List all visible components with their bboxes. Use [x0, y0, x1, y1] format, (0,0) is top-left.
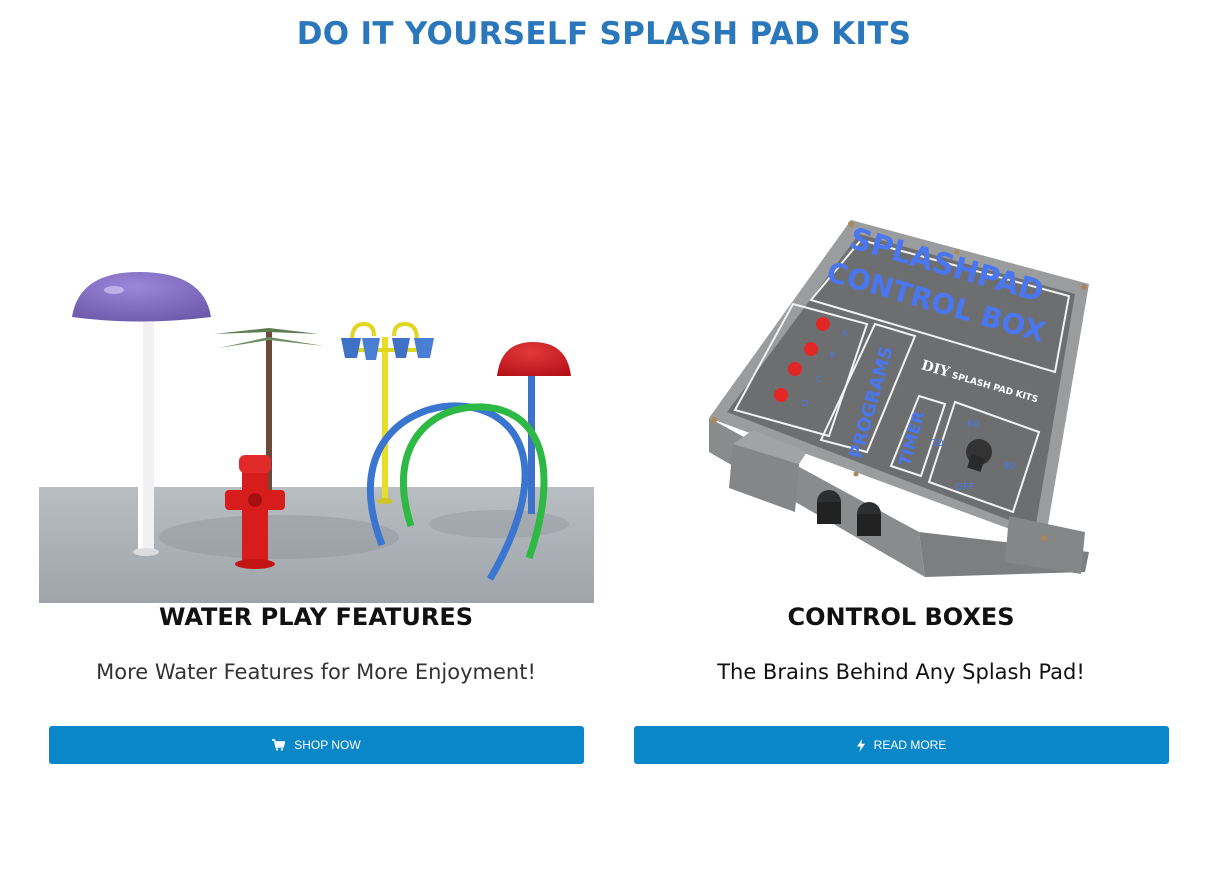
water-play-features-image[interactable] [39, 262, 594, 603]
cart-icon [272, 739, 286, 751]
card-title: WATER PLAY FEATURES [158, 603, 474, 631]
button-b-label: B [830, 351, 836, 360]
product-card-water-play: WATER PLAY FEATURES More Water Features … [36, 0, 596, 875]
read-more-button[interactable]: READ MORE [634, 726, 1169, 764]
product-card-control-boxes: SPLASHPAD CONTROL BOX A B C D PROGRAMS D… [621, 0, 1181, 875]
button-label: SHOP NOW [294, 738, 361, 752]
dial-mark-60: 60 [967, 419, 980, 430]
button-a-label: A [842, 329, 848, 338]
button-d-label: D [802, 399, 808, 408]
card-subtitle: More Water Features for More Enjoyment! [96, 660, 536, 684]
dial-mark-30: 30 [931, 438, 944, 449]
shop-now-button[interactable]: SHOP NOW [49, 726, 584, 764]
card-subtitle: The Brains Behind Any Splash Pad! [717, 660, 1085, 684]
control-box-image[interactable]: SPLASHPAD CONTROL BOX A B C D PROGRAMS D… [709, 212, 1093, 582]
button-c-label: C [816, 375, 822, 384]
dial-mark-off: OFF [955, 482, 975, 493]
dial-mark-90: 90 [1003, 461, 1016, 472]
bolt-icon [856, 738, 865, 752]
button-label: READ MORE [873, 738, 947, 752]
card-title: CONTROL BOXES [787, 603, 1015, 631]
